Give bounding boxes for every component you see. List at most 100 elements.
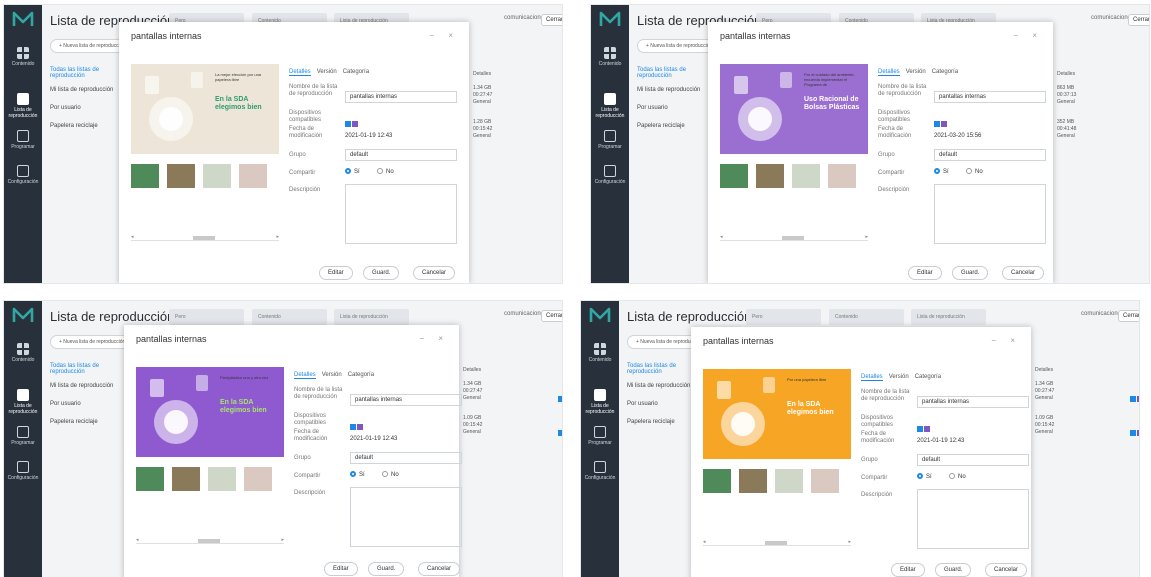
close-button[interactable]: Cerrar [541,310,562,322]
table-row[interactable]: 1.34 GB 00:27:47 General [473,85,513,109]
share-yes-radio[interactable]: Sí [934,168,949,175]
table-row[interactable]: 1.28 GB 00:15:42 General [473,119,513,143]
description-textarea[interactable] [917,489,1029,549]
tab-detalles[interactable]: Detalles [294,372,316,379]
horizontal-scrollbar[interactable]: ◂ ▸ [131,234,279,241]
button-cancelar[interactable]: Cancelar [1002,266,1045,280]
share-no-radio[interactable]: No [382,471,399,478]
share-yes-radio[interactable]: Sí [345,168,360,175]
sidebar-item-playlist[interactable]: Lista de reproducción [581,389,619,415]
tab-detalles[interactable]: Detalles [861,374,883,381]
button-guard[interactable]: Guard. [368,562,405,576]
thumbnail[interactable] [244,467,272,491]
horizontal-scrollbar[interactable]: ◂ ▸ [720,234,868,241]
scroll-thumb[interactable] [782,236,804,240]
tab-versión[interactable]: Versión [889,374,909,380]
sidebar-item-calendar[interactable]: Programar [591,130,629,150]
button-guard[interactable]: Guard. [935,563,972,577]
button-editar[interactable]: Editar [908,266,942,280]
description-textarea[interactable] [345,184,457,244]
playlist-filter-item[interactable]: Papelera reciclaje [50,419,125,425]
top-tab[interactable]: Contenido [252,309,327,325]
sidebar-item-settings[interactable]: Configuración [591,165,629,185]
top-tab[interactable]: Lista de reproducción [911,309,986,325]
scroll-thumb[interactable] [765,541,787,545]
share-no-radio[interactable]: No [966,168,983,175]
description-textarea[interactable] [350,487,462,547]
share-yes-radio[interactable]: Sí [917,473,932,480]
thumbnail[interactable] [703,469,731,493]
close-button[interactable]: Cerrar [1118,310,1139,322]
horizontal-scrollbar[interactable]: ◂ ▸ [136,537,284,544]
sidebar-item-playlist[interactable]: Lista de reproducción [591,93,629,119]
tab-categoría[interactable]: Categoría [348,372,374,378]
description-textarea[interactable] [934,184,1046,244]
playlist-filter-item[interactable]: Todas las listas de reproducción [637,67,712,79]
thumbnail[interactable] [828,164,856,188]
thumbnail[interactable] [136,467,164,491]
sidebar-item-playlist[interactable]: Lista de reproducción [4,93,42,119]
top-tab[interactable]: Contenido [829,309,904,325]
dialog-window-controls[interactable]: − × [419,334,449,343]
button-editar[interactable]: Editar [319,266,353,280]
sidebar-item-playlist[interactable]: Lista de reproducción [4,389,42,415]
sidebar-item-settings[interactable]: Configuración [4,165,42,185]
button-guard[interactable]: Guard. [363,266,400,280]
playlist-filter-item[interactable]: Papelera reciclaje [637,123,712,129]
group-select[interactable]: default [934,149,1046,161]
scroll-thumb[interactable] [193,236,215,240]
dialog-window-controls[interactable]: − × [991,336,1021,345]
playlist-name-input[interactable]: pantallas internas [917,396,1029,408]
table-row[interactable]: 1.09 GB 00:15:42 General [463,415,503,439]
playlist-filter-item[interactable]: Mi lista de reproducción [50,87,125,93]
tab-detalles[interactable]: Detalles [289,69,311,76]
tab-categoría[interactable]: Categoría [932,69,958,75]
new-playlist-button[interactable]: + Nueva lista de reproducción [50,335,135,349]
group-select[interactable]: default [917,454,1029,466]
table-row[interactable]: 863 MB 00:37:13 General [1057,85,1097,109]
scroll-left-icon[interactable]: ◂ [720,234,723,240]
playlist-filter-item[interactable]: Por usuario [50,401,125,407]
tab-versión[interactable]: Versión [322,372,342,378]
table-row[interactable]: 1.09 GB 00:15:42 General [1035,415,1075,439]
button-cancelar[interactable]: Cancelar [418,562,461,576]
group-select[interactable]: default [345,149,457,161]
thumbnail[interactable] [775,469,803,493]
horizontal-scrollbar[interactable]: ◂ ▸ [703,539,851,546]
share-yes-radio[interactable]: Sí [350,471,365,478]
thumbnail[interactable] [131,164,159,188]
dialog-window-controls[interactable]: − × [429,31,459,40]
dialog-window-controls[interactable]: − × [1013,31,1043,40]
button-editar[interactable]: Editar [891,563,925,577]
sidebar-item-calendar[interactable]: Programar [581,426,619,446]
tab-categoría[interactable]: Categoría [343,69,369,75]
thumbnail[interactable] [239,164,267,188]
sidebar-item-calendar[interactable]: Programar [4,130,42,150]
thumbnail[interactable] [756,164,784,188]
thumbnail[interactable] [811,469,839,493]
scroll-right-icon[interactable]: ▸ [865,234,868,240]
thumbnail[interactable] [720,164,748,188]
thumbnail[interactable] [167,164,195,188]
sidebar-item-grid[interactable]: Contenido [4,47,42,67]
scroll-left-icon[interactable]: ◂ [136,537,139,543]
scroll-right-icon[interactable]: ▸ [276,234,279,240]
sidebar-item-grid[interactable]: Contenido [4,343,42,363]
scroll-thumb[interactable] [198,539,220,543]
sidebar-item-calendar[interactable]: Programar [4,426,42,446]
thumbnail[interactable] [208,467,236,491]
group-select[interactable]: default [350,452,462,464]
top-tab[interactable]: Pero [746,309,821,325]
tab-detalles[interactable]: Detalles [878,69,900,76]
playlist-filter-item[interactable]: Mi lista de reproducción [50,383,125,389]
top-tab[interactable]: Pero [169,309,244,325]
table-row[interactable]: 352 MB 00:41:48 General [1057,119,1097,143]
tab-categoría[interactable]: Categoría [915,374,941,380]
playlist-name-input[interactable]: pantallas internas [934,91,1046,103]
playlist-filter-item[interactable]: Papelera reciclaje [50,123,125,129]
table-row[interactable]: 1.34 GB 00:27:47 General [463,381,503,405]
scroll-right-icon[interactable]: ▸ [281,537,284,543]
tab-versión[interactable]: Versión [906,69,926,75]
sidebar-item-grid[interactable]: Contenido [581,343,619,363]
button-guard[interactable]: Guard. [952,266,989,280]
